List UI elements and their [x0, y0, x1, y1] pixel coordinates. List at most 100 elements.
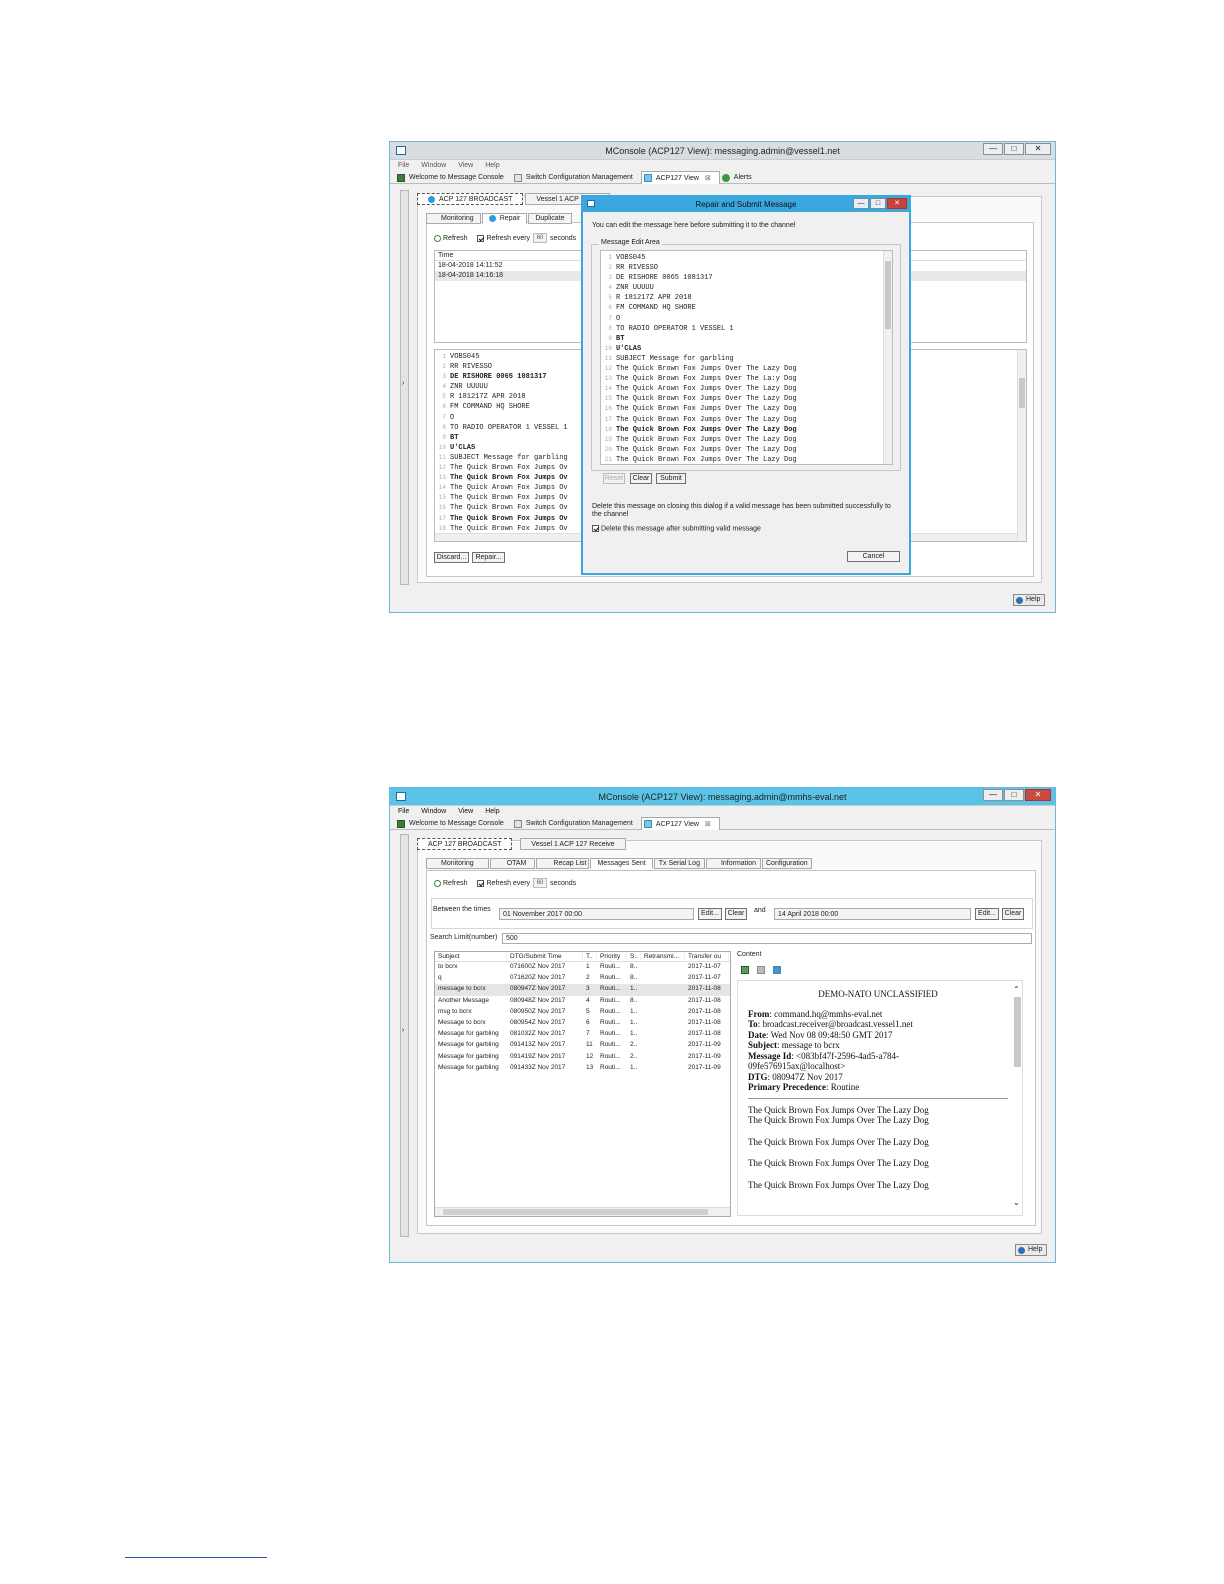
table-row[interactable]: msg to bcrx 080950Z Nov 2017 5 Routi... 1.. 2… — [435, 1007, 730, 1018]
discard-button[interactable]: Discard... — [434, 552, 469, 563]
table-row[interactable]: to bcrx 071600Z Nov 2017 1 Routi... 8.. 2017-… — [435, 962, 730, 973]
tab-monitoring[interactable]: Monitoring — [426, 858, 489, 869]
settings-icon[interactable] — [757, 966, 765, 974]
expand-arrow-icon[interactable]: › — [402, 1027, 404, 1034]
delete-checkbox[interactable] — [592, 525, 599, 532]
scroll-down-icon[interactable]: ⌄ — [1013, 1198, 1020, 1207]
tab-welcome[interactable]: Welcome to Message Console — [395, 817, 512, 830]
maximize-button[interactable]: □ — [1004, 789, 1024, 801]
close-tab-icon[interactable]: ⊠ — [705, 820, 711, 828]
tab-switch-config[interactable]: Switch Configuration Management — [512, 817, 641, 830]
line-text: R 181217Z APR 2018 — [616, 294, 692, 303]
help-button[interactable]: Help — [1013, 594, 1046, 606]
message-content: DEMO-NATO UNCLASSIFIED From: command.hq@… — [748, 989, 1008, 1190]
tab-repair[interactable]: Repair — [481, 213, 528, 224]
refresh-interval-input[interactable]: 60 — [533, 878, 548, 888]
scroll-thumb[interactable] — [443, 1209, 708, 1215]
print-icon[interactable] — [773, 966, 781, 974]
table-row[interactable]: q 071620Z Nov 2017 2 Routi... 8.. 2017-11-07 — [435, 973, 730, 984]
tab-switch-config[interactable]: Switch Configuration Management — [512, 171, 641, 184]
tab-otam[interactable]: OTAM — [489, 858, 536, 869]
table-row[interactable]: Message for garbling 091433Z Nov 2017 13 Ro… — [435, 1063, 730, 1074]
scroll-up-icon[interactable]: ⌃ — [1013, 985, 1020, 994]
submit-button[interactable]: Submit — [656, 473, 686, 484]
reply-icon[interactable] — [741, 966, 749, 974]
tab-messages-sent[interactable]: Messages Sent — [590, 858, 653, 869]
from-edit-button[interactable]: Edit... — [698, 908, 722, 920]
scroll-thumb[interactable] — [1019, 378, 1025, 408]
menu-view[interactable]: View — [458, 160, 473, 171]
tab-acp127-view[interactable]: ACP127 View ⊠ — [640, 171, 720, 184]
tab-acp127-view[interactable]: ACP127 View ⊠ — [640, 817, 720, 830]
maximize-button[interactable]: □ — [1004, 143, 1024, 155]
column-header[interactable]: DTG/Submit Time — [507, 952, 583, 961]
scroll-thumb[interactable] — [1014, 997, 1021, 1067]
menu-file[interactable]: File — [398, 160, 409, 171]
dialog-minimize-button[interactable]: — — [853, 198, 869, 209]
expand-arrow-icon[interactable]: › — [402, 380, 404, 387]
table-row[interactable]: Another Message 080948Z Nov 2017 4 Routi...… — [435, 996, 730, 1007]
from-time-field[interactable]: 01 November 2017 00:00 — [499, 908, 694, 920]
to-clear-button[interactable]: Clear — [1002, 908, 1024, 920]
column-header[interactable]: S.. — [627, 952, 641, 961]
table-row[interactable]: Message to bcrx 080954Z Nov 2017 6 Routi...… — [435, 1018, 730, 1029]
tab-information[interactable]: Information — [705, 858, 761, 869]
dialog-maximize-button[interactable]: □ — [870, 198, 886, 209]
refresh-every-checkbox[interactable] — [477, 234, 485, 242]
menu-view[interactable]: View — [458, 806, 473, 817]
vertical-scrollbar[interactable] — [883, 251, 892, 464]
column-header[interactable]: Transfer ou — [685, 952, 729, 961]
tab-configuration[interactable]: Configuration — [762, 858, 812, 869]
refresh-interval-input[interactable]: 60 — [533, 233, 548, 243]
close-tab-icon[interactable]: ⊠ — [705, 174, 711, 182]
reset-button[interactable]: Reset — [603, 473, 625, 484]
help-button[interactable]: Help — [1015, 1244, 1048, 1256]
vertical-scrollbar[interactable]: ⌃ ⌄ — [1013, 981, 1022, 1215]
tab-vessel1-receive[interactable]: Vessel 1 ACP 127 Receive — [520, 838, 626, 850]
column-header[interactable]: Subject — [435, 952, 507, 961]
menu-help[interactable]: Help — [485, 160, 499, 171]
collapsed-side-panel[interactable]: › — [400, 834, 409, 1237]
minimize-button[interactable]: — — [983, 789, 1003, 801]
table-row[interactable]: Message for garbling 091413Z Nov 2017 11 Ro… — [435, 1040, 730, 1051]
refresh-button[interactable]: Refresh — [443, 235, 468, 242]
tab-recap-list[interactable]: Recap List — [536, 858, 590, 869]
menu-window[interactable]: Window — [421, 160, 446, 171]
tab-acp127-broadcast[interactable]: ACP 127 BROADCAST — [417, 838, 513, 850]
tab-tx-serial-log[interactable]: Tx Serial Log — [653, 858, 705, 869]
to-time-field[interactable]: 14 April 2018 00:00 — [774, 908, 971, 920]
message-edit-textarea[interactable]: 1 VOBS045 2 RR RIVESSO 3 DE RISHORE 0065 1081… — [600, 250, 893, 465]
refresh-every-checkbox[interactable] — [477, 879, 485, 887]
tab-acp127-broadcast[interactable]: ACP 127 BROADCAST — [417, 193, 524, 205]
column-header[interactable]: T.. — [583, 952, 597, 961]
tab-duplicate[interactable]: Duplicate — [528, 213, 572, 224]
horizontal-scrollbar[interactable] — [435, 1207, 730, 1216]
refresh-icon[interactable] — [434, 234, 441, 242]
tab-welcome[interactable]: Welcome to Message Console — [395, 171, 512, 184]
menu-help[interactable]: Help — [485, 806, 499, 817]
column-header[interactable]: Priority — [597, 952, 627, 961]
from-clear-button[interactable]: Clear — [725, 908, 747, 920]
tab-monitoring[interactable]: Monitoring — [426, 213, 481, 224]
close-button[interactable]: ✕ — [1025, 789, 1051, 801]
search-limit-input[interactable]: 500 — [502, 933, 1032, 944]
menu-file[interactable]: File — [398, 806, 409, 817]
table-row[interactable]: message to bcrx 080947Z Nov 2017 3 Routi...… — [435, 984, 730, 996]
vertical-scrollbar[interactable] — [1017, 350, 1026, 541]
minimize-button[interactable]: — — [983, 143, 1003, 155]
table-row[interactable]: Message for garbling 081032Z Nov 2017 7 Rou… — [435, 1029, 730, 1040]
scroll-thumb[interactable] — [885, 261, 891, 329]
cancel-button[interactable]: Cancel — [847, 551, 900, 562]
collapsed-side-panel[interactable]: › — [400, 190, 409, 585]
close-button[interactable]: ✕ — [1025, 143, 1051, 155]
refresh-icon[interactable] — [434, 879, 441, 887]
menu-window[interactable]: Window — [421, 806, 446, 817]
repair-button[interactable]: Repair... — [472, 552, 505, 563]
refresh-button[interactable]: Refresh — [443, 880, 468, 887]
table-row[interactable]: Message for garbling 091419Z Nov 2017 12 Ro… — [435, 1052, 730, 1063]
tab-alerts[interactable]: Alerts — [720, 171, 760, 184]
dialog-close-button[interactable]: ✕ — [887, 198, 907, 209]
to-edit-button[interactable]: Edit... — [975, 908, 999, 920]
column-header[interactable]: Retransmi... — [641, 952, 685, 961]
clear-button[interactable]: Clear — [630, 473, 652, 484]
